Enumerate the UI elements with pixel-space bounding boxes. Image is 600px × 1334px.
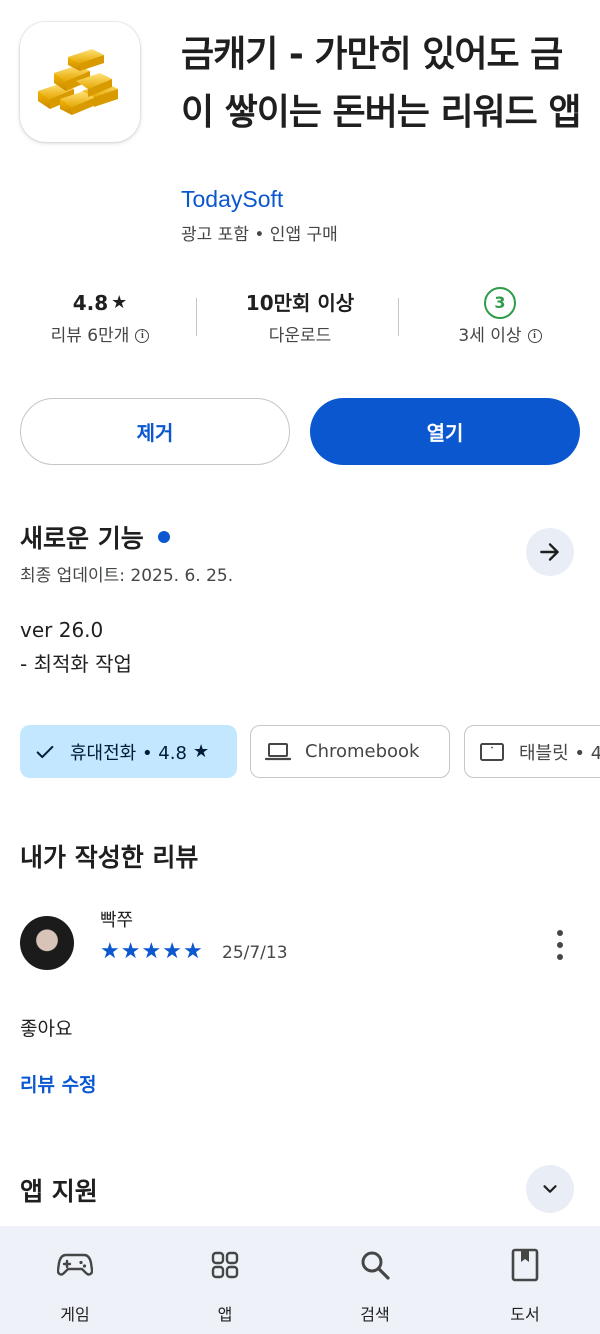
search-icon [361,1251,390,1280]
star-icon: ★ [100,939,121,964]
app-meta: 광고 포함 • 인앱 구매 [181,225,338,245]
nav-games[interactable]: 게임 [0,1226,150,1334]
info-icon: i [527,329,542,343]
new-indicator-dot [157,531,170,543]
whats-new-title: 새로운 기능 [20,524,144,553]
uninstall-button[interactable]: 제거 [20,398,290,465]
rating-value: 4.8 [72,291,109,315]
device-chip-tablet[interactable]: 태블릿 • 4 [464,725,600,778]
star-icon: ★ [141,939,163,964]
divider [398,298,399,336]
star-icon: ★ [182,939,204,964]
nav-label: 검색 [360,1305,390,1324]
developer-link[interactable]: TodaySoft [181,186,283,213]
tablet-icon [480,742,504,761]
nav-search[interactable]: 검색 [300,1226,450,1334]
edit-review-link[interactable]: 리뷰 수정 [20,1070,97,1097]
app-icon[interactable] [20,22,140,142]
star-icon: ★ [111,292,128,313]
review-text: 좋아요 [20,1018,73,1040]
device-chip-chromebook[interactable]: Chromebook [250,725,450,778]
more-options-icon[interactable] [548,928,572,962]
age-rating-stat[interactable]: 3 3세 이상 i [400,284,600,350]
book-icon [511,1248,539,1282]
nav-books[interactable]: 도서 [450,1226,600,1334]
device-chip-label: 휴대전화 • 4.8 [70,742,187,764]
review-date: 25/7/13 [222,943,288,963]
release-note-line: - 최적화 작업 [20,652,132,676]
bottom-navigation: 게임 앱 검색 도서 [0,1226,600,1334]
my-review-title: 내가 작성한 리뷰 [20,843,199,872]
downloads-stat: 10만회 이상 다운로드 [200,284,400,350]
nav-label: 도서 [510,1305,540,1324]
check-icon [36,745,54,758]
app-details-page: 금캐기 - 가만히 있어도 금이 쌓이는 돈버는 리워드 앱 TodaySoft… [0,0,600,1334]
app-support-title: 앱 지원 [20,1177,98,1206]
nav-label: 게임 [60,1305,90,1324]
avatar [20,916,74,970]
arrow-right-icon [540,543,559,561]
last-updated: 최종 업데이트: 2025. 6. 25. [20,566,234,586]
age-rating-label: 3세 이상 [458,326,522,346]
star-icon: ★ [120,939,142,964]
nav-label: 앱 [217,1305,233,1324]
release-version: ver 26.0 [20,618,104,642]
reviewer-name: 빡쭈 [100,910,134,931]
gold-bars-icon [38,49,118,115]
info-icon: i [135,329,150,343]
whats-new-section-title: 새로운 기능 [20,519,170,555]
downloads-value: 10만회 이상 [245,291,355,315]
device-chip-phone[interactable]: 휴대전화 • 4.8 ★ [20,725,237,778]
nav-apps[interactable]: 앱 [150,1226,300,1334]
age-rating-badge: 3 [484,287,516,319]
whats-new-arrow-button[interactable] [526,528,574,576]
laptop-icon [265,742,291,760]
divider [196,298,197,336]
star-icon: ★ [162,939,183,964]
chevron-down-icon [543,1185,557,1193]
rating-stat[interactable]: 4.8 ★ 리뷰 6만개 i [0,284,200,350]
app-title: 금캐기 - 가만히 있어도 금이 쌓이는 돈버는 리워드 앱 [181,34,581,133]
star-icon: ★ [192,741,210,762]
open-button[interactable]: 열기 [310,398,580,465]
release-notes: ver 26.0 - 최적화 작업 [20,613,132,681]
stats-row: 4.8 ★ 리뷰 6만개 i 10만회 이상 다운로드 3 3세 이상 i [0,284,600,364]
review-stars: ★★★★★ [100,939,204,964]
rating-label: 리뷰 6만개 [50,326,130,346]
app-support-expand-button[interactable] [526,1165,574,1213]
gamepad-icon [57,1253,93,1276]
device-chip-label: 태블릿 • 4 [519,742,600,764]
apps-grid-icon [211,1251,239,1279]
device-chip-label: Chromebook [305,741,420,762]
downloads-label: 다운로드 [268,326,332,346]
